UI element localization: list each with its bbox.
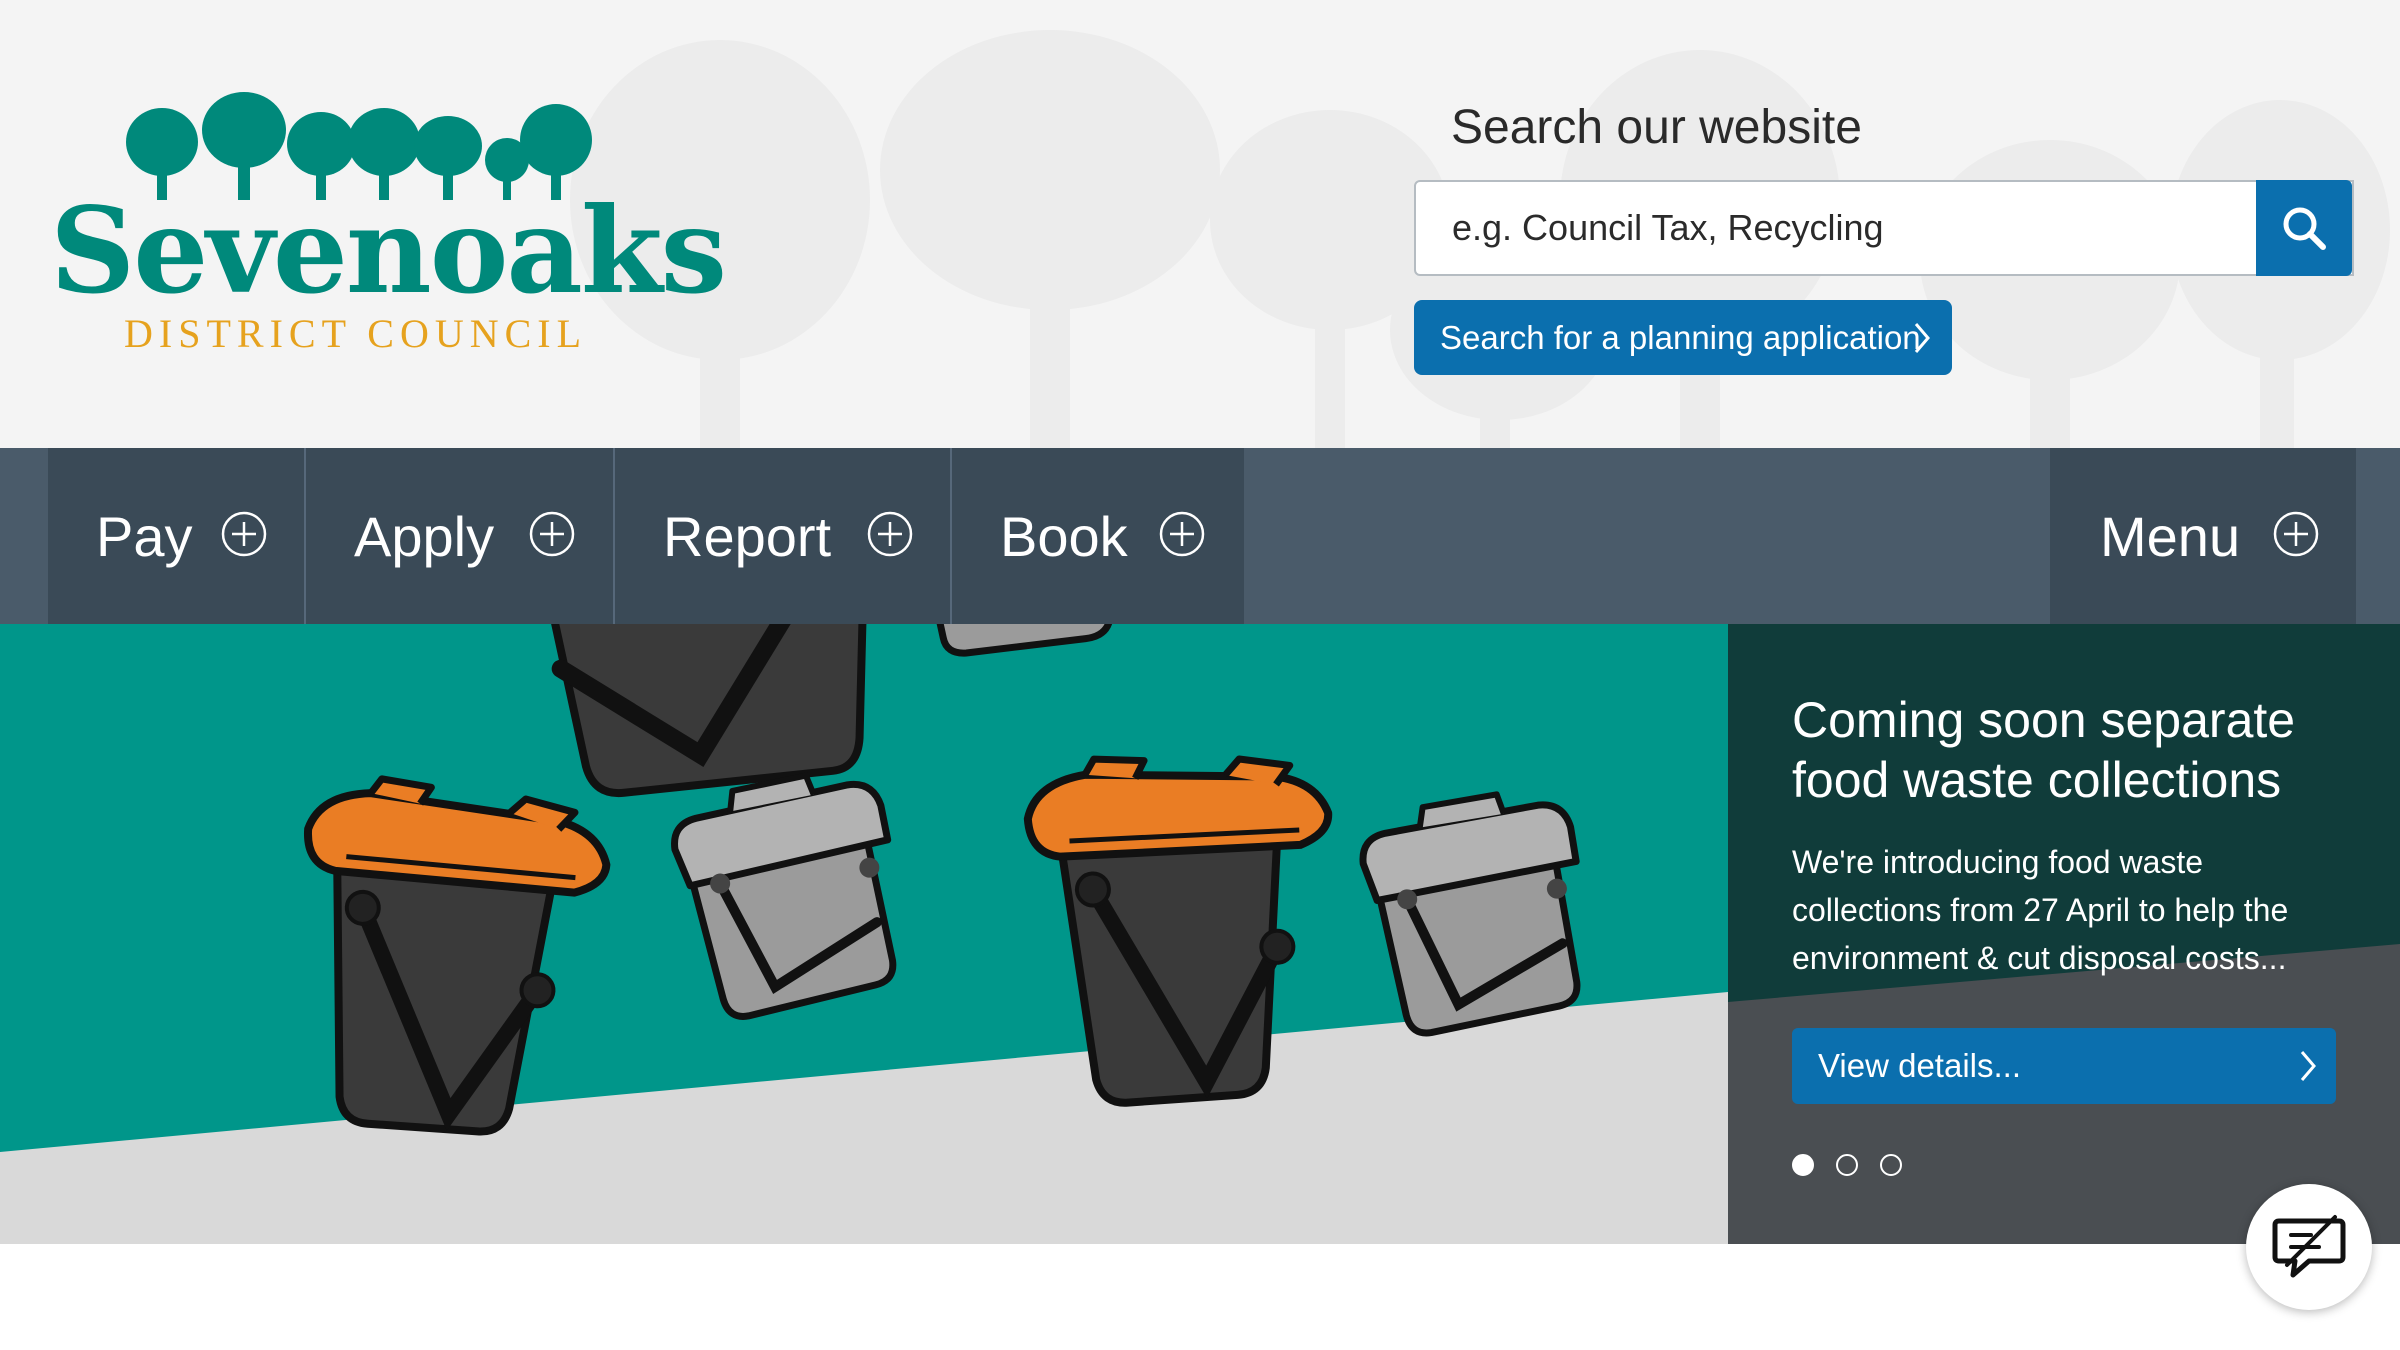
plus-circle-icon [529,511,575,557]
plus-circle-icon [2273,511,2319,557]
nav-item-pay[interactable]: Pay [48,448,304,624]
nav-item-label: Menu [2100,504,2241,568]
nav-item-label: Book [1000,504,1128,568]
nav-item-book[interactable]: Book [952,448,1244,624]
site-header: Sevenoaks DISTRICT COUNCIL Search our we… [0,0,2400,448]
plus-circle-icon [221,511,267,557]
food-waste-caddies-illustration [0,624,1728,1244]
hero-carousel: Coming soon separate food waste collecti… [0,624,2400,1244]
search-input[interactable] [1416,182,2352,274]
plus-circle-icon [1159,511,1205,557]
plus-circle-icon [867,511,913,557]
view-details-button[interactable]: View details... [1792,1028,2336,1104]
search-icon [2283,207,2326,250]
planning-search-label: Search for a planning application [1440,318,1921,356]
chat-icon [2272,1215,2346,1278]
planning-search-button[interactable]: Search for a planning application [1414,300,1952,375]
carousel-dot-2[interactable] [1836,1154,1858,1176]
nav-item-report[interactable]: Report [615,448,950,624]
nav-item-label: Pay [96,504,193,568]
hero-info-panel: Coming soon separate food waste collecti… [1728,624,2400,1244]
nav-item-apply[interactable]: Apply [306,448,613,624]
main-navigation: Pay Apply Report Book Menu [0,448,2400,624]
carousel-dot-1[interactable] [1792,1154,1814,1176]
nav-item-label: Report [663,504,832,568]
council-logo[interactable]: Sevenoaks DISTRICT COUNCIL [44,92,727,372]
logo-subtitle: DISTRICT COUNCIL [124,311,588,356]
hero-description: We're introducing food waste collections… [1792,844,2289,976]
nav-item-menu[interactable]: Menu [2050,448,2356,624]
view-details-label: View details... [1818,1047,2021,1084]
nav-item-label: Apply [354,504,495,568]
search-button[interactable] [2256,180,2352,276]
search-heading: Search our website [1451,101,1862,154]
chat-button[interactable] [2246,1184,2372,1310]
carousel-dot-3[interactable] [1880,1154,1902,1176]
logo-wordmark: Sevenoaks [50,181,727,320]
hero-title: Coming soon separate food waste collecti… [1792,692,2296,808]
search-field [1414,180,2354,276]
chevron-right-icon [1914,323,1930,353]
chevron-right-icon [2300,1051,2316,1081]
